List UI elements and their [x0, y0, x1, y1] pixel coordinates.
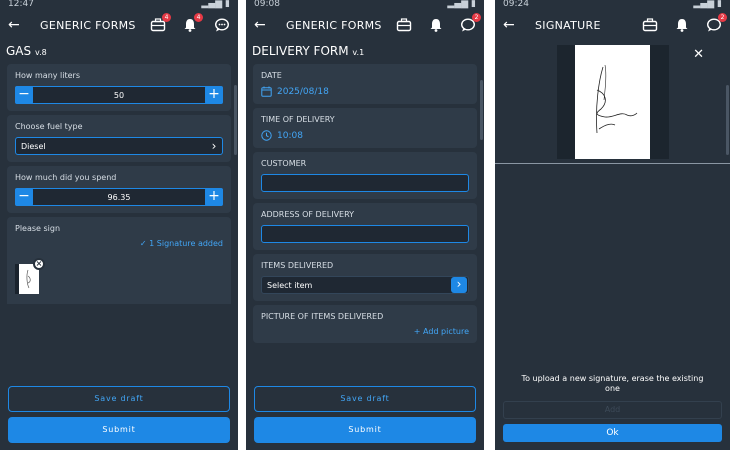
sign-card: Please sign ✓ 1 Signature added: [7, 217, 231, 254]
sign-label: Please sign: [15, 224, 61, 233]
fuel-label: Choose fuel type: [15, 122, 83, 131]
customer-label: CUSTOMER: [261, 159, 307, 168]
address-card: ADDRESS OF DELIVERY: [253, 203, 477, 250]
liters-stepper: − 50 +: [15, 86, 223, 104]
time-field[interactable]: 10:08: [261, 130, 469, 141]
status-icons: ▂▄▆ ▮: [201, 0, 230, 9]
add-picture-button[interactable]: + Add picture: [261, 327, 469, 336]
back-arrow-icon[interactable]: ←: [503, 17, 521, 33]
status-time: 12:47: [8, 0, 34, 9]
save-draft-button[interactable]: Save draft: [8, 386, 230, 412]
items-select[interactable]: Select item ›: [261, 276, 469, 294]
fuel-value: Diesel: [21, 141, 46, 151]
form-title: GAS v.8: [6, 44, 47, 58]
chevron-right-icon[interactable]: ›: [451, 277, 467, 293]
app-title: GENERIC FORMS: [286, 18, 382, 32]
form-title: DELIVERY FORM v.1: [252, 44, 365, 58]
time-value: 10:08: [277, 130, 303, 141]
add-signature-button: Add: [503, 401, 722, 419]
briefcase-icon[interactable]: [642, 17, 658, 33]
bell-icon[interactable]: [428, 17, 444, 33]
scrollbar[interactable]: [480, 80, 483, 140]
upload-message: To upload a new signature, erase the exi…: [521, 374, 704, 393]
time-label: TIME OF DELIVERY: [261, 115, 335, 124]
liters-input[interactable]: 50: [32, 91, 206, 100]
phone-screen-delivery-form: 09:08 ▂▄▆ ▮ ← GENERIC FORMS 2 DELIVERY F…: [246, 0, 484, 455]
phone-screen-signature: 09:24 ▂▄▆ ▮ ← SIGNATURE 2 ✕ To upload a …: [495, 0, 730, 455]
chat-icon[interactable]: 2: [706, 13, 727, 33]
notification-badge: 4: [162, 13, 171, 22]
chat-icon[interactable]: [214, 17, 230, 33]
nav-bar: [246, 450, 484, 455]
notification-badge: 2: [718, 13, 727, 22]
briefcase-icon[interactable]: [396, 17, 412, 33]
status-icons: ▂▄▆ ▮: [693, 0, 722, 9]
status-bar: 09:24 ▂▄▆ ▮: [495, 0, 730, 10]
signature-added-status[interactable]: ✓ 1 Signature added: [15, 239, 223, 248]
spend-stepper: − 96.35 +: [15, 188, 223, 206]
customer-input[interactable]: [261, 174, 469, 192]
date-field[interactable]: 2025/08/18: [261, 86, 469, 97]
app-title: GENERIC FORMS: [40, 18, 136, 32]
bell-icon[interactable]: [674, 17, 690, 33]
liters-card: How many liters − 50 +: [7, 64, 231, 111]
submit-button[interactable]: Submit: [254, 417, 476, 443]
signature-thumbnail[interactable]: ×: [15, 258, 45, 294]
phone-screen-gas-form: 12:47 ▂▄▆ ▮ ← GENERIC FORMS 4 4 GAS v.8 …: [0, 0, 238, 455]
bell-icon[interactable]: 4: [182, 13, 203, 33]
date-card: DATE 2025/08/18: [253, 64, 477, 104]
minus-icon[interactable]: −: [15, 188, 33, 206]
status-icons: ▂▄▆ ▮: [447, 0, 476, 9]
spend-input[interactable]: 96.35: [32, 193, 206, 202]
status-bar: 12:47 ▂▄▆ ▮: [0, 0, 238, 10]
address-label: ADDRESS OF DELIVERY: [261, 210, 355, 219]
app-bar: ← GENERIC FORMS 4 4: [0, 10, 238, 40]
picture-card: PICTURE OF ITEMS DELIVERED + Add picture: [253, 305, 477, 343]
ok-button[interactable]: Ok: [503, 424, 722, 442]
signature-thumbnails: ×: [7, 254, 231, 304]
screen-title: SIGNATURE: [535, 18, 601, 32]
scrollbar[interactable]: [234, 85, 237, 155]
signature-canvas[interactable]: [575, 45, 650, 159]
status-time: 09:08: [254, 0, 280, 9]
chat-icon[interactable]: 2: [460, 13, 481, 33]
spend-label: How much did you spend: [15, 173, 117, 182]
picture-label: PICTURE OF ITEMS DELIVERED: [261, 312, 384, 321]
calendar-icon: [261, 86, 272, 97]
close-icon[interactable]: ✕: [693, 47, 704, 62]
submit-button[interactable]: Submit: [8, 417, 230, 443]
fuel-select[interactable]: Diesel ›: [15, 137, 223, 155]
clock-icon: [261, 130, 272, 141]
notification-badge: 2: [472, 13, 481, 22]
notification-badge: 4: [194, 13, 203, 22]
nav-bar: [0, 450, 238, 455]
app-bar: ← GENERIC FORMS 2: [246, 10, 484, 40]
back-arrow-icon[interactable]: ←: [254, 17, 272, 33]
items-placeholder: Select item: [267, 280, 313, 290]
remove-signature-icon[interactable]: ×: [33, 258, 45, 270]
back-arrow-icon[interactable]: ←: [8, 17, 26, 33]
briefcase-icon[interactable]: 4: [150, 13, 171, 33]
minus-icon[interactable]: −: [15, 86, 33, 104]
date-value: 2025/08/18: [277, 86, 329, 97]
customer-card: CUSTOMER: [253, 152, 477, 199]
items-label: ITEMS DELIVERED: [261, 261, 334, 270]
status-time: 09:24: [503, 0, 529, 9]
plus-icon[interactable]: +: [205, 188, 223, 206]
items-card: ITEMS DELIVERED Select item ›: [253, 254, 477, 301]
plus-icon[interactable]: +: [205, 86, 223, 104]
app-bar: ← SIGNATURE 2: [495, 10, 730, 40]
date-label: DATE: [261, 71, 282, 80]
fuel-card: Choose fuel type Diesel ›: [7, 115, 231, 162]
scrollbar[interactable]: [726, 85, 729, 155]
address-input[interactable]: [261, 225, 469, 243]
nav-bar: [495, 450, 730, 455]
chevron-right-icon: ›: [211, 139, 217, 153]
spend-card: How much did you spend − 96.35 +: [7, 166, 231, 213]
time-card: TIME OF DELIVERY 10:08: [253, 108, 477, 148]
liters-label: How many liters: [15, 71, 80, 80]
save-draft-button[interactable]: Save draft: [254, 386, 476, 412]
status-bar: 09:08 ▂▄▆ ▮: [246, 0, 484, 10]
